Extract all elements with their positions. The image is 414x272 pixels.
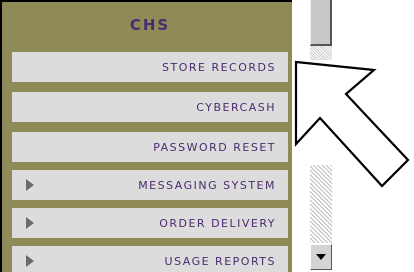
- scrollbar-thumb[interactable]: [310, 0, 332, 46]
- scroll-down-button[interactable]: [310, 244, 332, 270]
- menu-item-label: PASSWORD RESET: [153, 140, 276, 154]
- menu-item-label: STORE RECORDS: [162, 60, 276, 74]
- menu-item-label: CYBERCASH: [196, 100, 276, 114]
- menu-title: CHS: [129, 16, 171, 34]
- menu-item-messaging-system[interactable]: MESSAGING SYSTEM: [12, 170, 288, 200]
- outline-arrow-pointer-icon: [294, 60, 410, 188]
- menu-item-label: MESSAGING SYSTEM: [138, 178, 276, 192]
- triangle-right-icon: [26, 255, 34, 267]
- triangle-right-icon: [26, 217, 34, 229]
- scrollbar-track[interactable]: [310, 46, 332, 60]
- screen: CHS STORE RECORDS CYBERCASH PASSWORD RES…: [0, 0, 414, 272]
- menu-item-usage-reports[interactable]: USAGE REPORTS: [12, 246, 288, 272]
- scroll-down-icon: [316, 254, 326, 260]
- triangle-right-icon: [26, 179, 34, 191]
- nav-menu-panel: CHS STORE RECORDS CYBERCASH PASSWORD RES…: [0, 0, 292, 272]
- menu-header: CHS: [12, 10, 288, 40]
- menu-item-password-reset[interactable]: PASSWORD RESET: [12, 132, 288, 162]
- menu-item-store-records[interactable]: STORE RECORDS: [12, 52, 288, 82]
- menu-item-label: USAGE REPORTS: [164, 254, 276, 268]
- menu-item-label: ORDER DELIVERY: [159, 216, 276, 230]
- menu-item-order-delivery[interactable]: ORDER DELIVERY: [12, 208, 288, 238]
- menu-item-cybercash[interactable]: CYBERCASH: [12, 92, 288, 122]
